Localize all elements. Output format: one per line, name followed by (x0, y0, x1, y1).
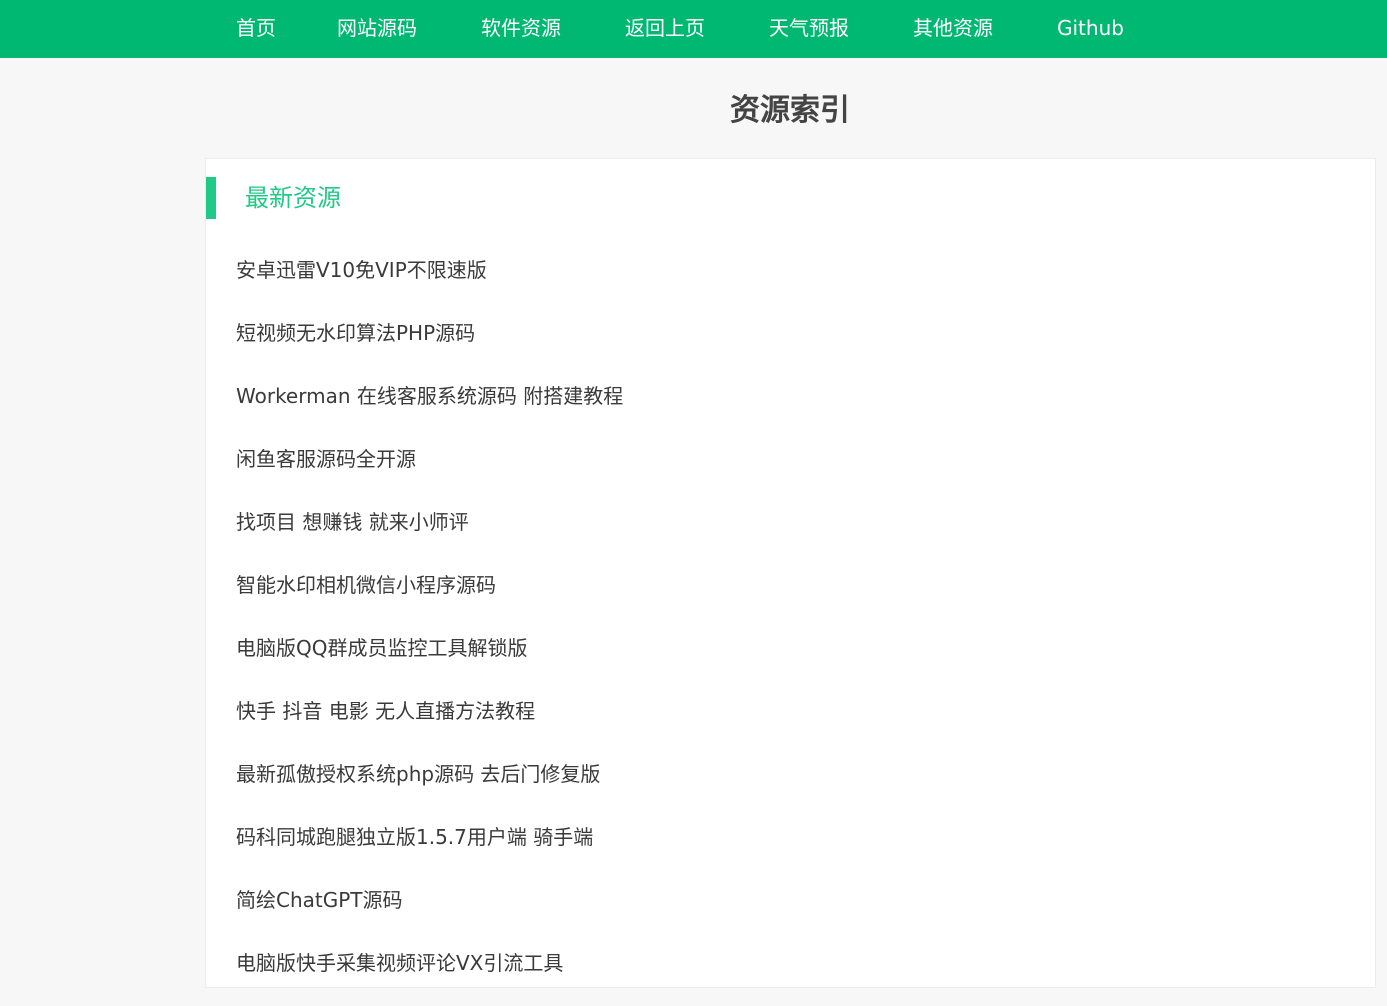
top-navigation-bar: 首页 网站源码 软件资源 返回上页 天气预报 其他资源 Github (0, 0, 1387, 58)
resource-link[interactable]: 最新孤傲授权系统php源码 去后门修复版 (236, 762, 600, 786)
list-item: Workerman 在线客服系统源码 附搭建教程 (236, 376, 1336, 439)
list-item: 短视频无水印算法PHP源码 (236, 313, 1336, 376)
nav-item-go-back[interactable]: 返回上页 (625, 0, 705, 58)
resource-link[interactable]: 智能水印相机微信小程序源码 (236, 573, 496, 597)
resource-list: 安卓迅雷V10免VIP不限速版 短视频无水印算法PHP源码 Workerman … (236, 250, 1336, 1006)
resource-link[interactable]: 快手 抖音 电影 无人直播方法教程 (236, 699, 535, 723)
list-item: 闲鱼客服源码全开源 (236, 439, 1336, 502)
resource-link[interactable]: 简绘ChatGPT源码 (236, 888, 403, 912)
resource-link[interactable]: Workerman 在线客服系统源码 附搭建教程 (236, 384, 623, 408)
list-item: 电脑版快手采集视频评论VX引流工具 (236, 943, 1336, 1006)
list-item: 找项目 想赚钱 就来小师评 (236, 502, 1336, 565)
list-item: 电脑版QQ群成员监控工具解锁版 (236, 628, 1336, 691)
list-item: 码科同城跑腿独立版1.5.7用户端 骑手端 (236, 817, 1336, 880)
list-item: 智能水印相机微信小程序源码 (236, 565, 1336, 628)
list-item: 简绘ChatGPT源码 (236, 880, 1336, 943)
nav-item-other-resources[interactable]: 其他资源 (913, 0, 993, 58)
list-item: 安卓迅雷V10免VIP不限速版 (236, 250, 1336, 313)
section-accent-bar (206, 177, 216, 219)
nav-item-weather[interactable]: 天气预报 (769, 0, 849, 58)
nav-item-website-source[interactable]: 网站源码 (337, 0, 417, 58)
section-title: 最新资源 (245, 184, 341, 212)
section-header: 最新资源 (206, 177, 606, 219)
resource-link[interactable]: 闲鱼客服源码全开源 (236, 447, 416, 471)
resource-link[interactable]: 安卓迅雷V10免VIP不限速版 (236, 258, 487, 282)
nav-item-home[interactable]: 首页 (236, 0, 276, 58)
resource-link[interactable]: 找项目 想赚钱 就来小师评 (236, 510, 469, 534)
nav-item-github[interactable]: Github (1057, 0, 1124, 58)
list-item: 快手 抖音 电影 无人直播方法教程 (236, 691, 1336, 754)
list-item: 最新孤傲授权系统php源码 去后门修复版 (236, 754, 1336, 817)
latest-resources-panel: 最新资源 安卓迅雷V10免VIP不限速版 短视频无水印算法PHP源码 Worke… (205, 158, 1376, 988)
resource-link[interactable]: 码科同城跑腿独立版1.5.7用户端 骑手端 (236, 825, 593, 849)
nav-item-software-resources[interactable]: 软件资源 (481, 0, 561, 58)
page-title: 资源索引 (730, 93, 850, 128)
resource-link[interactable]: 电脑版快手采集视频评论VX引流工具 (236, 951, 563, 975)
resource-link[interactable]: 电脑版QQ群成员监控工具解锁版 (236, 636, 527, 660)
resource-link[interactable]: 短视频无水印算法PHP源码 (236, 321, 475, 345)
